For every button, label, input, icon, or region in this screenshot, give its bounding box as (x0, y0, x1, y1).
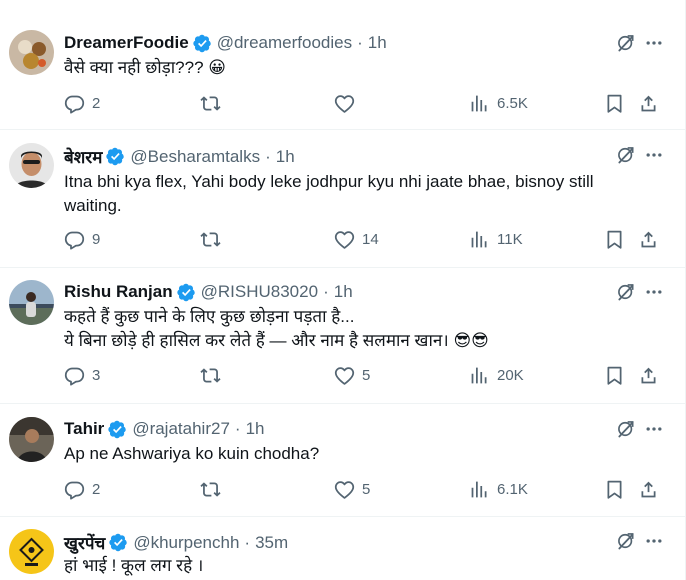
verified-badge-icon (193, 34, 212, 53)
author-name[interactable]: DreamerFoodie (64, 33, 189, 53)
timestamp[interactable]: 1h (276, 147, 295, 167)
like-count: 5 (362, 367, 371, 384)
author-name[interactable]: Tahir (64, 419, 104, 439)
grok-icon[interactable] (616, 33, 636, 53)
like-button[interactable] (334, 93, 362, 114)
reply-button[interactable]: 9 (64, 229, 100, 250)
separator-dot: · (244, 532, 251, 552)
views-count: 11K (497, 231, 523, 248)
verified-badge-icon (106, 147, 125, 166)
verified-badge-icon (177, 283, 196, 302)
retweet-button[interactable] (200, 93, 228, 114)
more-icon[interactable] (644, 419, 664, 439)
more-icon[interactable] (644, 33, 664, 53)
avatar[interactable] (9, 417, 54, 462)
more-icon[interactable] (644, 145, 664, 165)
tweet-tahir[interactable]: Tahir @rajatahir27 · 1h Ap ne Ashwariya … (0, 404, 685, 517)
like-button[interactable]: 14 (334, 229, 379, 250)
avatar[interactable] (9, 143, 54, 188)
share-button[interactable] (638, 229, 659, 250)
author-handle[interactable]: @rajatahir27 (132, 419, 230, 439)
author-name[interactable]: खुरपेंच (64, 531, 105, 554)
views-button[interactable]: 11K (469, 229, 523, 250)
bookmark-button[interactable] (604, 479, 625, 500)
share-button[interactable] (638, 365, 659, 386)
views-button[interactable]: 6.5K (469, 93, 528, 114)
tweet-header: Rishu Ranjan @RISHU83020 · 1h (64, 282, 353, 302)
like-button[interactable]: 5 (334, 365, 370, 386)
views-count: 6.1K (497, 481, 528, 498)
avatar[interactable] (9, 529, 54, 574)
reply-count: 3 (92, 367, 101, 384)
like-count: 5 (362, 481, 371, 498)
share-button[interactable] (638, 479, 659, 500)
share-button[interactable] (638, 93, 659, 114)
timestamp[interactable]: 1h (246, 419, 265, 439)
views-button[interactable]: 6.1K (469, 479, 528, 500)
action-bar: 2 6.5K (64, 93, 664, 117)
timestamp[interactable]: 1h (368, 33, 387, 53)
grok-icon[interactable] (616, 419, 636, 439)
reply-button[interactable]: 2 (64, 93, 100, 114)
more-icon[interactable] (644, 531, 664, 551)
author-handle[interactable]: @dreamerfoodies (217, 33, 352, 53)
action-bar: 9 14 11K (64, 229, 664, 253)
tweet-text: वैसे क्या नही छोड़ा??? 😀 (64, 58, 226, 77)
views-count: 20K (497, 367, 524, 384)
avatar[interactable] (9, 280, 54, 325)
tweet-text: कहते हैं कुछ पाने के लिए कुछ छोड़ना पड़त… (64, 307, 489, 350)
bookmark-button[interactable] (604, 229, 625, 250)
verified-badge-icon (109, 533, 128, 552)
author-handle[interactable]: @Besharamtalks (130, 147, 260, 167)
tweet-feed: DreamerFoodie @dreamerfoodies · 1h वैसे … (0, 0, 686, 580)
tweet-text: हां भाई ! कूल लग रहे । (64, 556, 204, 575)
reply-count: 9 (92, 231, 101, 248)
tweet-rishu-ranjan[interactable]: Rishu Ranjan @RISHU83020 · 1h कहते हैं क… (0, 268, 685, 404)
avatar[interactable] (9, 30, 54, 75)
views-button[interactable]: 20K (469, 365, 524, 386)
more-icon[interactable] (644, 282, 664, 302)
grok-icon[interactable] (616, 282, 636, 302)
retweet-button[interactable] (200, 229, 228, 250)
action-bar: 3 5 20K (64, 365, 664, 389)
author-name[interactable]: Rishu Ranjan (64, 282, 173, 302)
tweet-header: बेशरम @Besharamtalks · 1h (64, 145, 295, 168)
tweet-text: Ap ne Ashwariya ko kuin chodha? (64, 444, 320, 463)
retweet-button[interactable] (200, 365, 228, 386)
grok-icon[interactable] (616, 531, 636, 551)
reply-button[interactable]: 2 (64, 479, 100, 500)
separator-dot: · (323, 282, 329, 301)
tweet-dreamerfoodie[interactable]: DreamerFoodie @dreamerfoodies · 1h वैसे … (0, 0, 685, 130)
tweet-header: Tahir @rajatahir27 · 1h (64, 419, 265, 439)
retweet-button[interactable] (200, 479, 228, 500)
tweet-header: खुरपेंच @khurpenchh · 35m (64, 531, 288, 554)
timestamp[interactable]: 35m (255, 533, 288, 553)
bookmark-button[interactable] (604, 93, 625, 114)
tweet-besharam[interactable]: बेशरम @Besharamtalks · 1h Itna bhi kya f… (0, 130, 685, 268)
separator-dot: · (234, 419, 241, 438)
reply-count: 2 (92, 481, 101, 498)
grok-icon[interactable] (616, 145, 636, 165)
like-count: 14 (362, 231, 379, 248)
separator-dot: · (357, 33, 363, 52)
timestamp[interactable]: 1h (334, 282, 353, 302)
separator-dot: · (265, 146, 271, 166)
author-name[interactable]: बेशरम (64, 145, 102, 168)
bookmark-button[interactable] (604, 365, 625, 386)
views-count: 6.5K (497, 95, 528, 112)
reply-button[interactable]: 3 (64, 365, 100, 386)
tweet-header: DreamerFoodie @dreamerfoodies · 1h (64, 33, 387, 53)
author-handle[interactable]: @RISHU83020 (201, 282, 318, 302)
like-button[interactable]: 5 (334, 479, 370, 500)
author-handle[interactable]: @khurpenchh (133, 533, 239, 553)
tweet-khurpench[interactable]: खुरपेंच @khurpenchh · 35m हां भाई ! कूल … (0, 517, 686, 580)
tweet-text: Itna bhi kya flex, Yahi body leke jodhpu… (64, 172, 599, 215)
reply-count: 2 (92, 95, 101, 112)
action-bar: 2 5 6.1K (64, 479, 664, 503)
verified-badge-icon (108, 420, 127, 439)
